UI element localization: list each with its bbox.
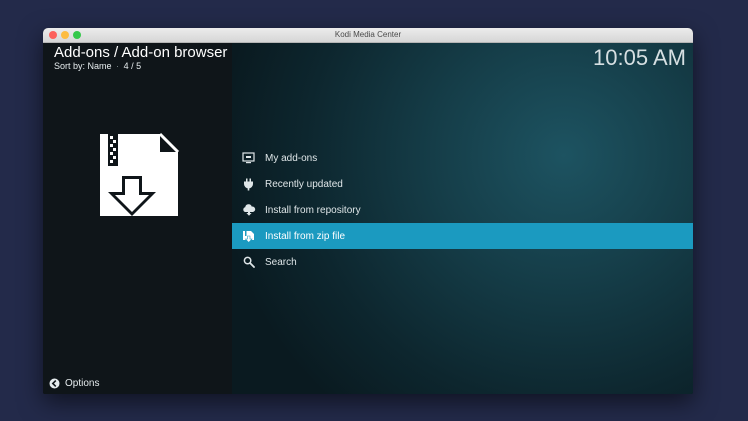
page-title: Add-ons / Add-on browser: [54, 44, 228, 61]
menu-item-my-addons[interactable]: My add-ons: [232, 145, 693, 171]
menu-item-label: Search: [265, 256, 297, 268]
menu-item-label: Install from repository: [265, 204, 361, 216]
side-panel: [43, 43, 232, 394]
clock: 10:05 AM: [593, 45, 686, 70]
menu-item-label: My add-ons: [265, 152, 318, 164]
window-title: Kodi Media Center: [334, 30, 402, 39]
zip-install-icon: [241, 229, 256, 244]
menu-item-label: Install from zip file: [265, 230, 346, 242]
menu-item-install-from-repository[interactable]: Install from repository: [232, 197, 693, 223]
sort-info: Sort by: Name · 4 / 5: [54, 61, 141, 72]
search-icon: [241, 255, 256, 270]
monitor-icon: [241, 151, 256, 166]
menu-item-search[interactable]: Search: [232, 249, 693, 275]
options-icon: [49, 378, 60, 389]
plug-icon: [241, 177, 256, 192]
sort-label: Sort by: Name: [54, 61, 112, 71]
menu-item-recently-updated[interactable]: Recently updated: [232, 171, 693, 197]
menu-item-label: Recently updated: [265, 178, 343, 190]
options-button[interactable]: Options: [49, 378, 99, 389]
item-position: 4 / 5: [123, 61, 142, 71]
menu-item-install-from-zip[interactable]: Install from zip file: [232, 223, 693, 249]
cloud-download-icon: [241, 203, 256, 218]
options-label: Options: [65, 378, 100, 389]
kodi-window: Kodi Media Center Add-ons / Add-on brows…: [43, 28, 693, 394]
title-bar[interactable]: Kodi Media Center: [43, 28, 693, 43]
sort-separator: ·: [116, 61, 120, 71]
addon-menu: My add-ons Recently updated Install from…: [232, 145, 693, 275]
zip-file-icon: [100, 132, 180, 216]
